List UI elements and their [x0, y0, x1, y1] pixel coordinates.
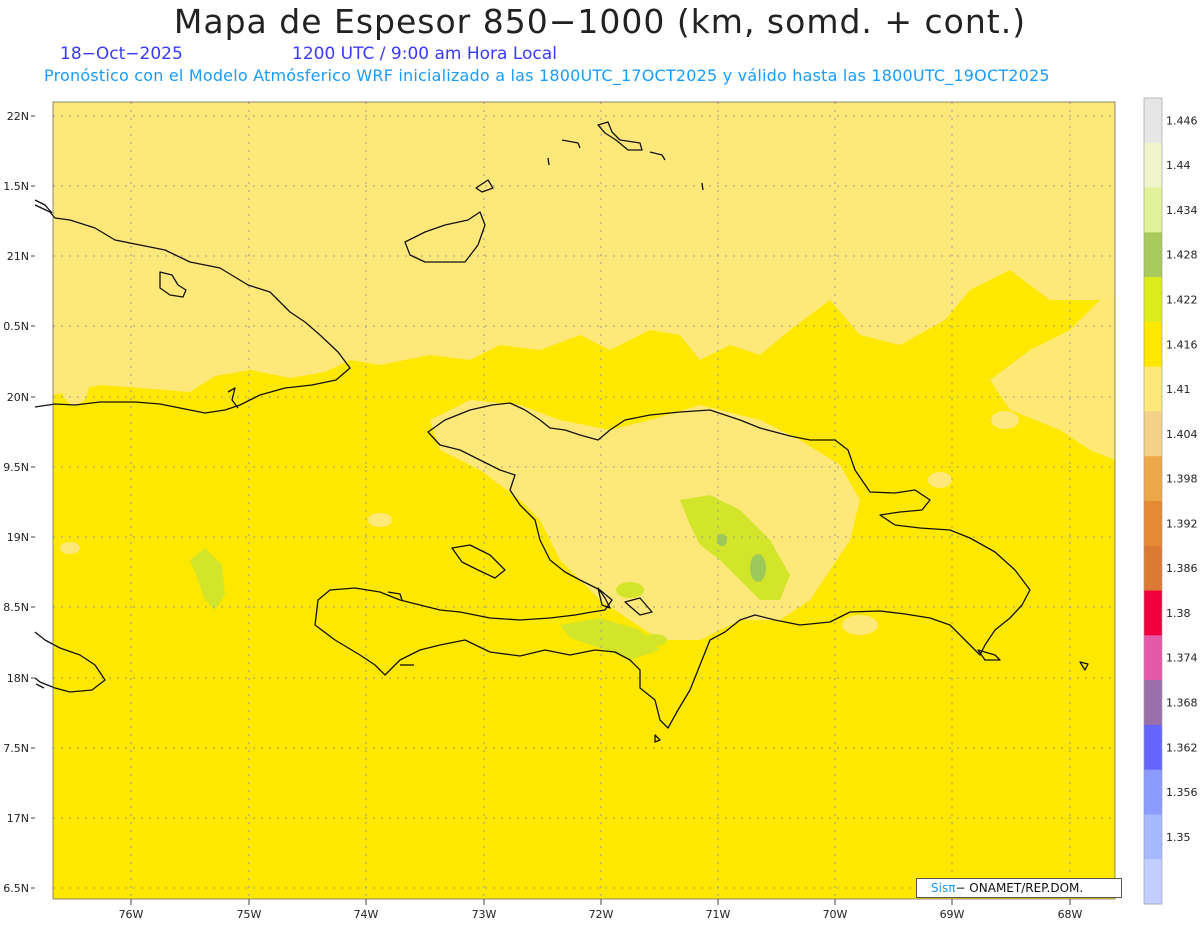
legend-label: 1.41 — [1166, 383, 1191, 396]
legend-label: 1.422 — [1166, 294, 1198, 307]
lat-label: 19N — [7, 531, 29, 544]
credit-brand: Sisπ — [931, 881, 956, 895]
lat-label: 17N — [7, 812, 29, 825]
legend-label: 1.38 — [1166, 607, 1191, 620]
lat-label: 9.5N — [3, 461, 29, 474]
legend-label: 1.434 — [1166, 204, 1198, 217]
legend-swatch — [1144, 142, 1162, 189]
legend-label: 1.362 — [1166, 741, 1198, 754]
legend-swatch — [1144, 545, 1162, 592]
color-legend: 1.446 1.44 1.434 1.428 1.422 1.416 1.41 1.404 1.… — [1143, 97, 1198, 905]
map-title: Mapa de Espesor 850−1000 (km, somd. + co… — [173, 2, 1027, 41]
legend-label: 1.428 — [1166, 249, 1198, 262]
lon-label: 72W — [589, 908, 614, 921]
legend-swatch — [1144, 187, 1162, 233]
lat-label: 6.5N — [3, 882, 29, 895]
legend-swatch — [1144, 724, 1162, 771]
lat-label: 21N — [7, 250, 29, 263]
legend-label: 1.404 — [1166, 428, 1198, 441]
legend-label: 1.446 — [1166, 114, 1198, 127]
longitude-labels: 76W 75W 74W 73W 72W 71W 70W 69W 68W — [119, 908, 1083, 921]
legend-label: 1.386 — [1166, 562, 1198, 575]
legend-label: 1.374 — [1166, 652, 1198, 665]
lon-label: 69W — [940, 908, 965, 921]
legend-swatch — [1144, 411, 1162, 457]
credit-box: Sisπ− ONAMET/REP.DOM. — [916, 878, 1122, 898]
legend-swatch — [1144, 456, 1162, 502]
bottom-ticks — [130, 899, 1071, 905]
legend-swatch — [1144, 98, 1162, 144]
lon-label: 76W — [119, 908, 144, 921]
forecast-description: Pronóstico con el Modelo Atmósferico WRF… — [44, 66, 1050, 85]
left-ticks — [31, 115, 35, 889]
lon-label: 73W — [472, 908, 497, 921]
legend-label: 1.35 — [1166, 831, 1191, 844]
forecast-date: 18−Oct−2025 — [60, 44, 183, 64]
legend-swatch — [1144, 814, 1162, 860]
legend-label: 1.392 — [1166, 517, 1198, 530]
lat-label: 8.5N — [3, 601, 29, 614]
legend-label: 1.368 — [1166, 697, 1198, 710]
lat-label: 22N — [7, 110, 29, 123]
latitude-labels: 22N 1.5N 21N 0.5N 20N 9.5N 19N 8.5N 18N … — [3, 110, 29, 895]
legend-swatch — [1144, 232, 1162, 278]
legend-swatch — [1144, 680, 1162, 726]
lon-label: 70W — [823, 908, 848, 921]
legend-swatch — [1144, 501, 1162, 547]
lat-label: 20N — [7, 391, 29, 404]
lat-label: 18N — [7, 672, 29, 685]
legend-swatch — [1144, 769, 1162, 815]
lat-label: 7.5N — [3, 742, 29, 755]
credit-org: − ONAMET/REP.DOM. — [955, 881, 1084, 895]
legend-label: 1.44 — [1166, 159, 1191, 172]
lon-label: 71W — [706, 908, 731, 921]
lon-label: 74W — [354, 908, 379, 921]
lat-label: 1.5N — [3, 180, 29, 193]
legend-swatch — [1144, 277, 1162, 323]
legend-swatch — [1144, 635, 1162, 681]
lat-label: 0.5N — [3, 320, 29, 333]
lon-label: 68W — [1058, 908, 1083, 921]
legend-swatch — [1144, 859, 1162, 905]
legend-swatch — [1144, 366, 1162, 412]
legend-label: 1.416 — [1166, 338, 1198, 351]
legend-swatch — [1144, 321, 1162, 368]
legend-label: 1.356 — [1166, 786, 1198, 799]
legend-label: 1.398 — [1166, 473, 1198, 486]
forecast-time: 1200 UTC / 9:00 am Hora Local — [292, 44, 557, 64]
legend-swatch — [1144, 590, 1162, 636]
lon-label: 75W — [237, 908, 262, 921]
thickness-map: 22N 1.5N 21N 0.5N 20N 9.5N 19N 8.5N 18N … — [3, 97, 1198, 921]
